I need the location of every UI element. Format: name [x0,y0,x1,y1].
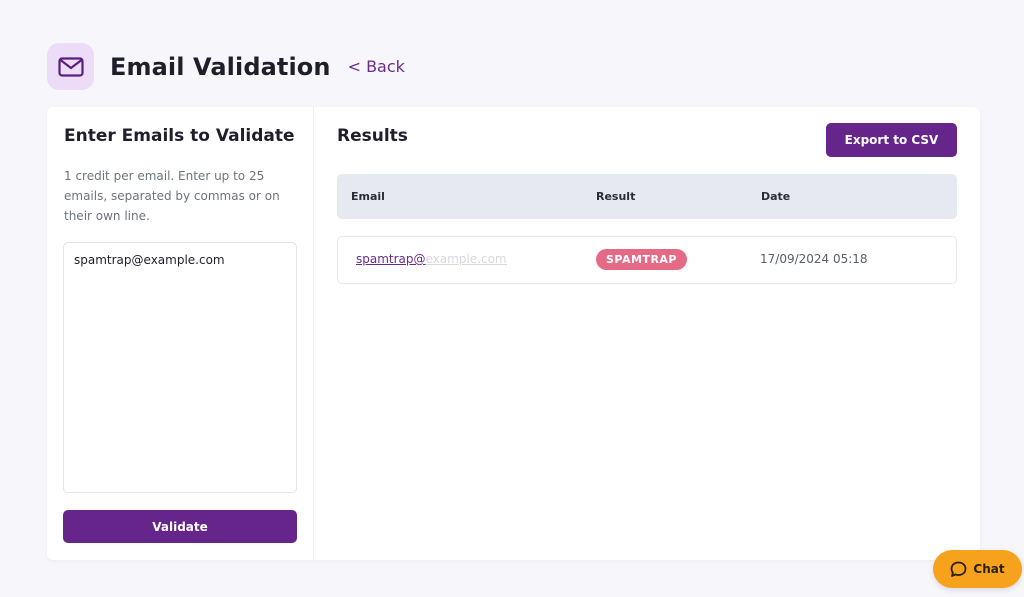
input-panel-description: 1 credit per email. Enter up to 25 email… [64,169,280,223]
column-header-result[interactable]: Result [596,190,635,203]
chat-bubble-icon [951,561,967,577]
results-panel: Results Export to CSV Email Result Date … [314,107,980,560]
back-link[interactable]: < Back [348,57,405,76]
status-badge: SPAMTRAP [596,249,687,270]
validation-card: Enter Emails to Validate 1 credit per em… [47,107,980,560]
chat-button[interactable]: Chat [933,550,1022,588]
column-header-date[interactable]: Date [761,190,790,203]
emails-textarea[interactable]: spamtrap@example.com [63,242,297,493]
column-header-email[interactable]: Email [351,190,385,203]
input-panel: Enter Emails to Validate 1 credit per em… [47,107,314,560]
results-table-header: Email Result Date [337,174,957,219]
mail-icon [47,43,94,90]
result-date: 17/09/2024 05:18 [760,252,868,266]
result-email-link[interactable]: spamtrap@example.com [356,252,507,266]
chat-label: Chat [973,562,1005,576]
table-row: spamtrap@example.com SPAMTRAP 17/09/2024… [337,236,957,284]
export-csv-button[interactable]: Export to CSV [826,123,957,157]
validate-button[interactable]: Validate [63,510,297,543]
results-title: Results [337,126,408,146]
result-email-blurred: example.com [425,252,507,266]
input-panel-title: Enter Emails to Validate [64,126,295,146]
page-header: Email Validation < Back [47,43,405,90]
page-title: Email Validation [110,52,331,81]
result-email-visible: spamtrap@ [356,252,426,266]
